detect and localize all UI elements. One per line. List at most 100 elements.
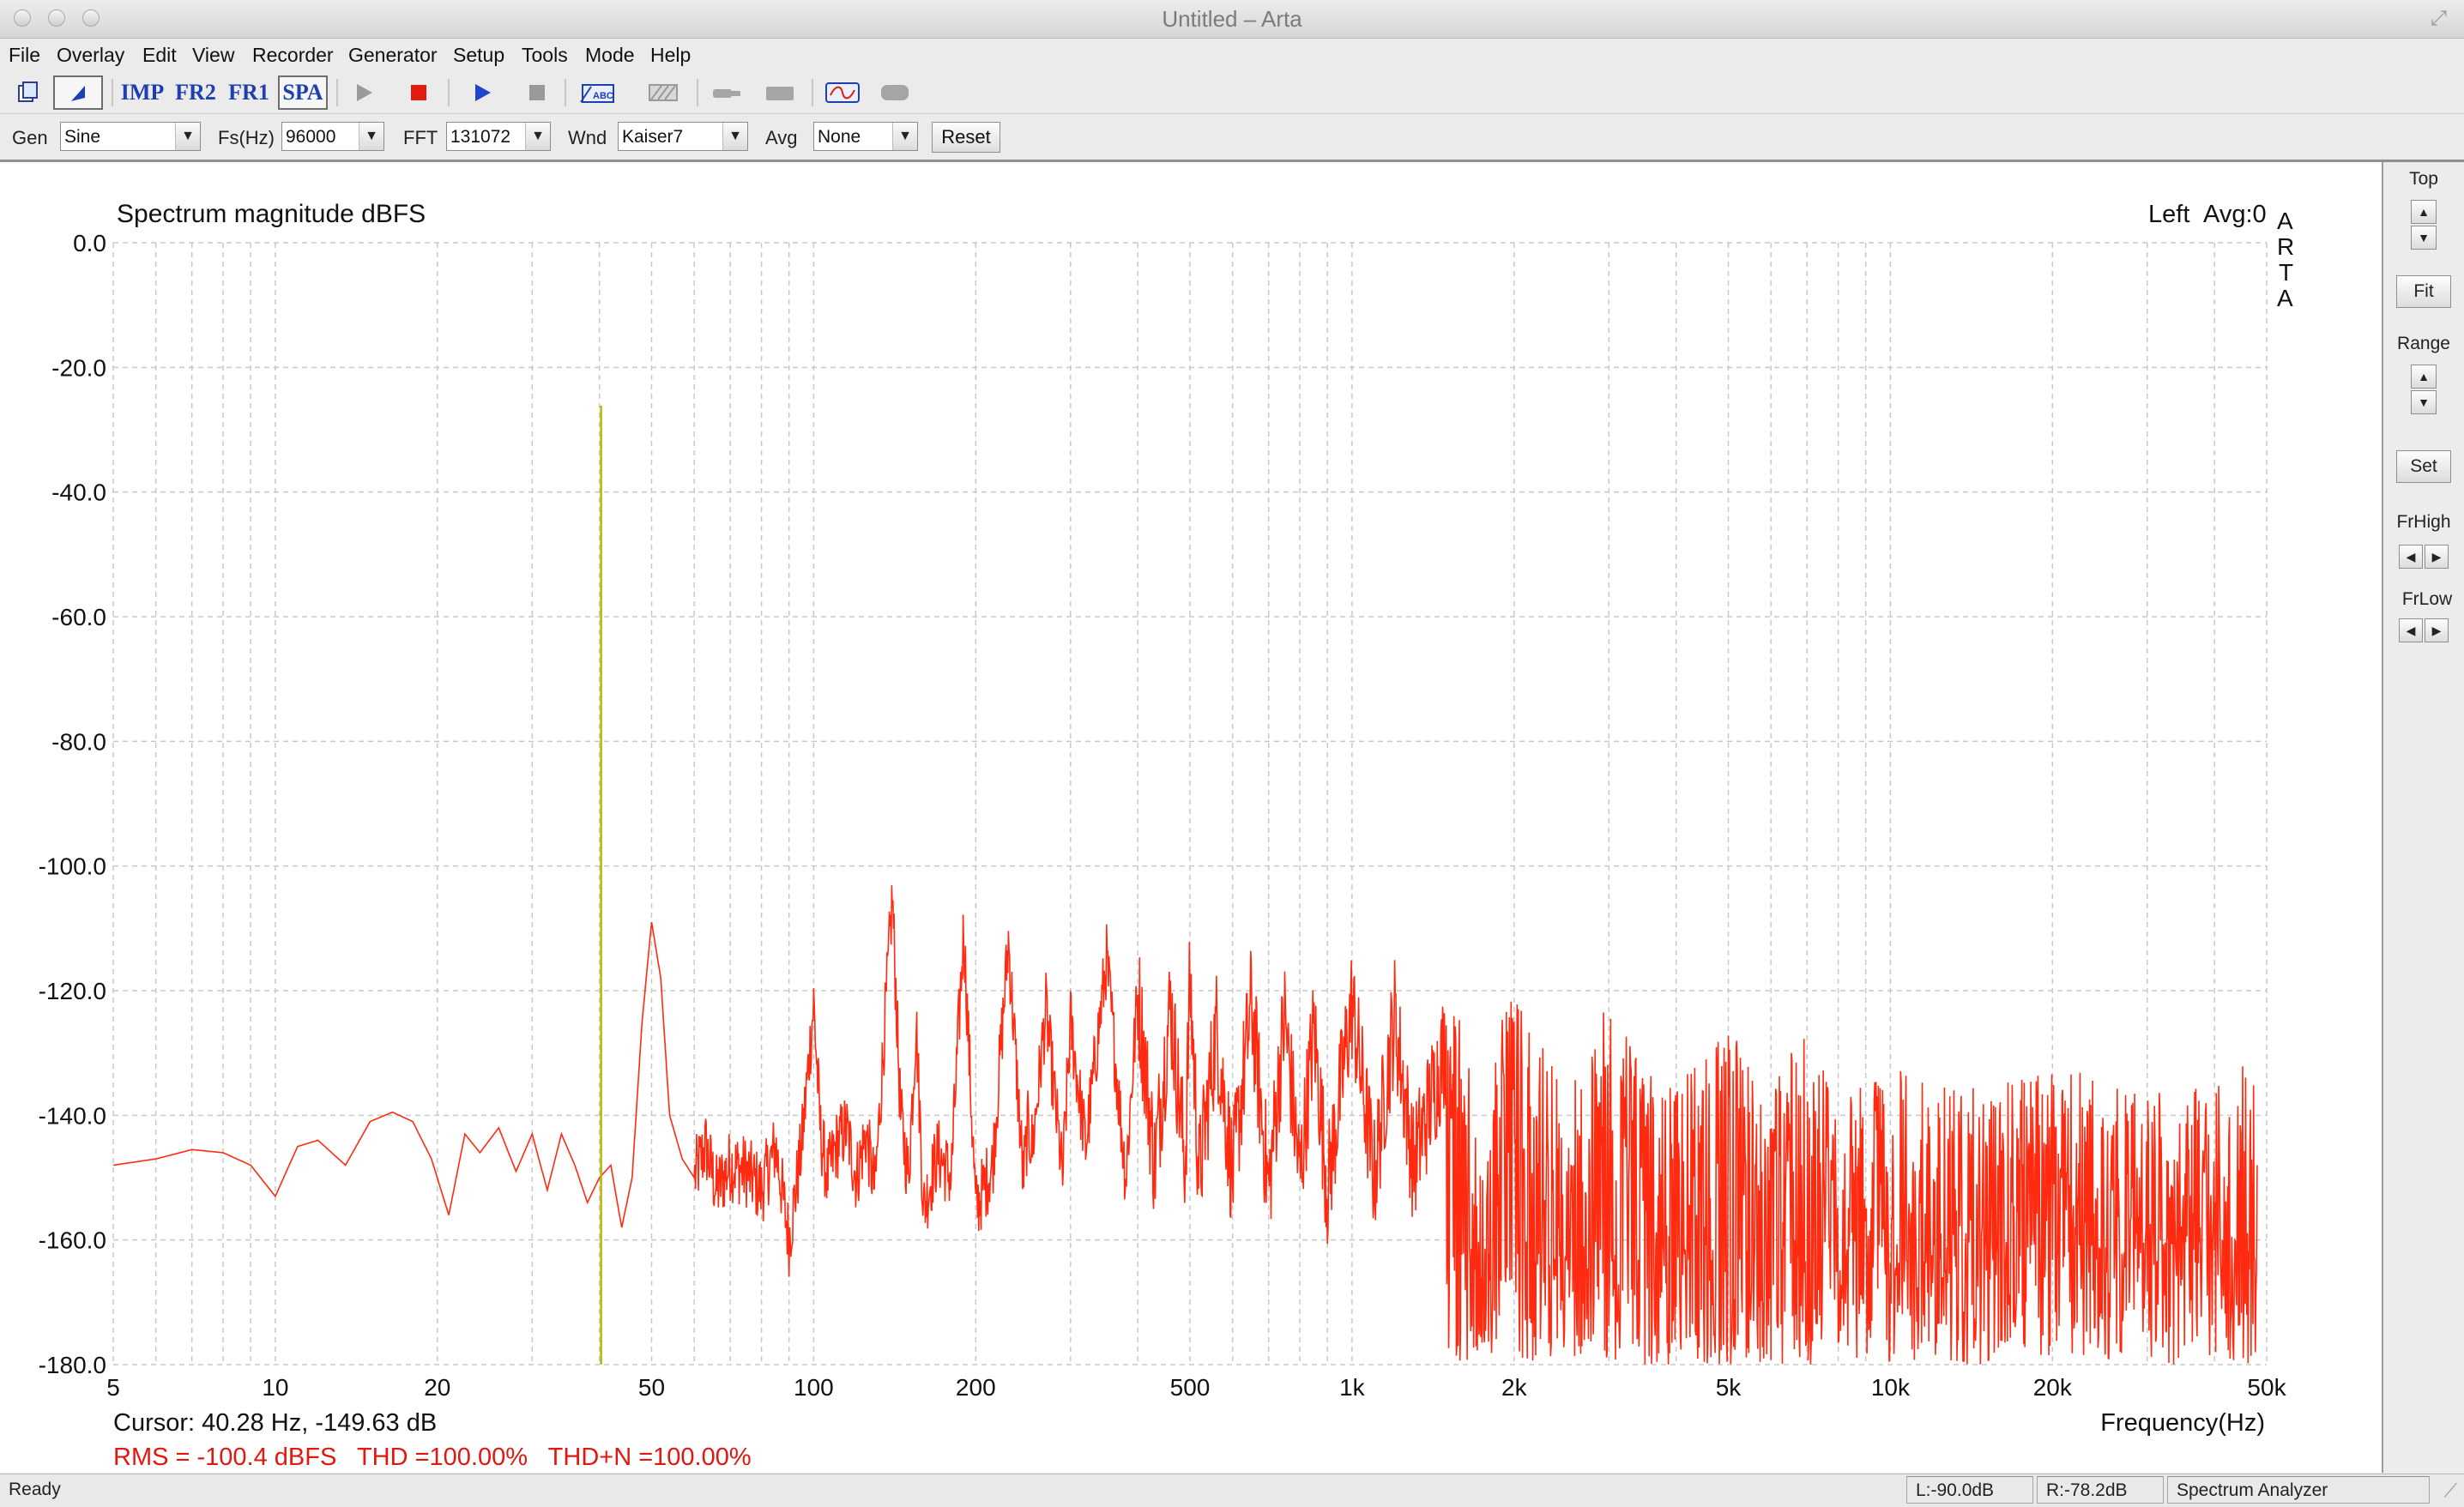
- connector-button-disabled[interactable]: [705, 75, 748, 110]
- menu-tools[interactable]: Tools: [522, 44, 568, 67]
- range-down-button[interactable]: ▼: [2411, 390, 2437, 414]
- meter-icon: [881, 85, 909, 100]
- toolbar-separator: [697, 79, 698, 106]
- cursor-readout: Cursor: 40.28 Hz, -149.63 dB: [113, 1409, 437, 1437]
- y-tick-label: -60.0: [51, 604, 106, 630]
- fullscreen-icon[interactable]: ⤢: [2431, 7, 2447, 31]
- menu-mode[interactable]: Mode: [585, 44, 635, 67]
- play-button-disabled[interactable]: [345, 75, 383, 110]
- y-tick-label: -180.0: [39, 1352, 106, 1378]
- status-bar: Ready L:-90.0dB R:-78.2dB Spectrum Analy…: [0, 1474, 2464, 1507]
- chevron-down-icon[interactable]: ▼: [722, 123, 747, 150]
- arrow-pointer-icon: [71, 86, 85, 101]
- plug-icon: [713, 89, 740, 98]
- stop-icon: [411, 85, 426, 100]
- x-tick-label: 200: [956, 1374, 996, 1401]
- spectrum-trace: [112, 885, 2258, 1365]
- fr2-mode-button[interactable]: FR2: [172, 75, 220, 110]
- oscilloscope-icon: [825, 82, 860, 103]
- toolbar-separator: [565, 79, 566, 106]
- generator-stop-button[interactable]: [518, 75, 556, 110]
- generator-select[interactable]: Sine ▼: [60, 122, 201, 151]
- x-tick-label: 5k: [1716, 1374, 1742, 1401]
- toolbar-separator: [336, 79, 338, 106]
- resize-grip-icon[interactable]: ⟋: [2444, 1480, 2457, 1502]
- chart-title: Spectrum magnitude dBFS: [117, 200, 426, 228]
- scale-button[interactable]: ABC: [577, 75, 619, 110]
- y-tick-label: 0.0: [73, 230, 106, 256]
- device-button-disabled[interactable]: [758, 75, 801, 110]
- spa-mode-button[interactable]: SPA: [278, 75, 328, 110]
- fft-label: FFT: [403, 127, 438, 148]
- spa-label: SPA: [282, 80, 323, 105]
- chevron-down-icon[interactable]: ▼: [175, 123, 200, 150]
- menu-generator[interactable]: Generator: [348, 44, 438, 67]
- x-tick-label: 1k: [1339, 1374, 1366, 1401]
- stop-record-button[interactable]: [400, 75, 438, 110]
- title-bar: Untitled – Arta ⤢: [0, 0, 2464, 39]
- fr2-label: FR2: [175, 80, 216, 105]
- menu-recorder[interactable]: Recorder: [252, 44, 334, 67]
- menu-bar: File Overlay Edit View Recorder Generato…: [0, 39, 2464, 71]
- sample-rate-select[interactable]: 96000 ▼: [281, 122, 384, 151]
- averaging-select[interactable]: None ▼: [813, 122, 918, 151]
- imp-label: IMP: [120, 80, 165, 105]
- top-up-button[interactable]: ▲: [2411, 200, 2437, 224]
- range-label: Range: [2397, 334, 2450, 353]
- imp-mode-button[interactable]: IMP: [118, 75, 166, 110]
- frhigh-left-button[interactable]: ◀: [2399, 545, 2423, 569]
- menu-help[interactable]: Help: [650, 44, 691, 67]
- arrow-right-icon: ▶: [2431, 550, 2442, 564]
- menu-edit[interactable]: Edit: [142, 44, 177, 67]
- chevron-down-icon[interactable]: ▼: [359, 123, 383, 150]
- averaging-value: None: [818, 127, 861, 147]
- frlow-right-button[interactable]: ▶: [2425, 618, 2449, 642]
- x-tick-label: 2k: [1501, 1374, 1528, 1401]
- menu-setup[interactable]: Setup: [453, 44, 504, 67]
- frlow-left-button[interactable]: ◀: [2399, 618, 2423, 642]
- menu-view[interactable]: View: [192, 44, 234, 67]
- toolbar-separator: [448, 79, 450, 106]
- frhigh-label: FrHigh: [2396, 512, 2451, 532]
- generator-play-button[interactable]: [463, 75, 501, 110]
- play-icon: [475, 84, 491, 101]
- play-icon: [357, 84, 372, 101]
- window-function-select[interactable]: Kaiser7 ▼: [618, 122, 748, 151]
- scope-button[interactable]: [820, 75, 865, 110]
- y-tick-label: -100.0: [39, 853, 106, 880]
- toolbar-separator: [112, 79, 113, 106]
- status-ready: Ready: [9, 1480, 61, 1499]
- arta-watermark: ARTA: [2277, 208, 2294, 311]
- spectrum-chart[interactable]: 0.0 -20.0 -40.0 -60.0 -80.0 -100.0 -120.0 -140.…: [0, 162, 2382, 1477]
- reset-button[interactable]: Reset: [932, 122, 1000, 153]
- frhigh-right-button[interactable]: ▶: [2425, 545, 2449, 569]
- chevron-down-icon[interactable]: ▼: [892, 123, 917, 150]
- window-title: Untitled – Arta: [1162, 6, 1302, 32]
- x-tick-label: 20k: [2033, 1374, 2073, 1401]
- fit-button[interactable]: Fit: [2396, 275, 2451, 308]
- spectrum-chart-svg[interactable]: 0.0 -20.0 -40.0 -60.0 -80.0 -100.0 -120.0 -140.…: [0, 162, 2382, 1473]
- pointer-mode-button[interactable]: [53, 75, 103, 110]
- y-tick-label: -20.0: [51, 354, 106, 381]
- hatch-button-disabled[interactable]: [642, 75, 685, 110]
- fr1-mode-button[interactable]: FR1: [225, 75, 273, 110]
- set-button[interactable]: Set: [2396, 450, 2451, 483]
- y-tick-label: -160.0: [39, 1227, 106, 1254]
- svg-text:ABC: ABC: [593, 91, 613, 101]
- avg-label: Avg: [765, 127, 798, 148]
- menu-file[interactable]: File: [9, 44, 40, 67]
- stop-icon: [529, 85, 545, 100]
- range-up-button[interactable]: ▲: [2411, 365, 2437, 389]
- new-file-button[interactable]: [12, 75, 43, 110]
- menu-overlay[interactable]: Overlay: [57, 44, 124, 67]
- x-tick-label: 500: [1170, 1374, 1211, 1401]
- top-down-button[interactable]: ▼: [2411, 226, 2437, 250]
- wnd-label: Wnd: [568, 127, 607, 148]
- meter-button-disabled[interactable]: [873, 75, 916, 110]
- gen-label: Gen: [12, 127, 48, 148]
- x-tick-label: 50k: [2247, 1374, 2286, 1401]
- chevron-down-icon[interactable]: ▼: [525, 123, 550, 150]
- x-tick-label: 5: [106, 1374, 120, 1401]
- status-right-level: R:-78.2dB: [2037, 1476, 2164, 1504]
- fft-size-select[interactable]: 131072 ▼: [446, 122, 551, 151]
